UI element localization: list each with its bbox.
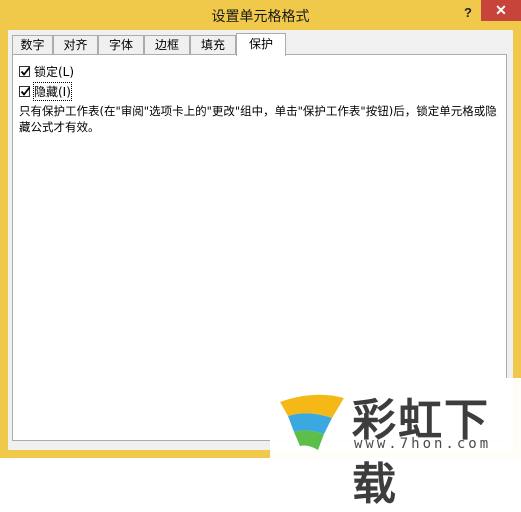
format-cells-dialog: 设置单元格格式 ? ✕ 数字 对齐 字体 边框 填充 保护 锁定(L) 隐藏(I… bbox=[0, 0, 521, 510]
watermark: 彩虹下载 www.7hon.com bbox=[270, 378, 521, 510]
locked-label: 锁定(L) bbox=[34, 64, 75, 79]
tab-alignment[interactable]: 对齐 bbox=[53, 35, 98, 54]
help-button[interactable]: ? bbox=[458, 3, 478, 23]
tab-font[interactable]: 字体 bbox=[98, 35, 144, 54]
protection-description: 只有保护工作表(在"审阅"选项卡上的"更改"组中，单击"保护工作表"按钮)后，锁… bbox=[19, 104, 497, 134]
watermark-url: www.7hon.com bbox=[354, 436, 492, 452]
tab-number[interactable]: 数字 bbox=[12, 35, 53, 54]
title-bar[interactable]: 设置单元格格式 ? ✕ bbox=[0, 0, 521, 30]
close-button[interactable]: ✕ bbox=[481, 0, 521, 21]
hidden-checkbox[interactable] bbox=[19, 85, 31, 97]
tab-border[interactable]: 边框 bbox=[144, 35, 190, 54]
hidden-label: 隐藏(I) bbox=[33, 81, 72, 101]
hidden-option[interactable]: 隐藏(I) bbox=[19, 81, 72, 101]
tab-protection[interactable]: 保护 bbox=[236, 33, 286, 56]
dialog-title: 设置单元格格式 bbox=[211, 9, 310, 25]
locked-checkbox[interactable] bbox=[19, 65, 31, 77]
locked-option[interactable]: 锁定(L) bbox=[19, 63, 74, 79]
checkmark-icon bbox=[20, 66, 31, 76]
rainbow-logo-icon bbox=[280, 394, 344, 450]
tab-fill[interactable]: 填充 bbox=[190, 35, 236, 54]
checkmark-icon bbox=[20, 86, 31, 96]
